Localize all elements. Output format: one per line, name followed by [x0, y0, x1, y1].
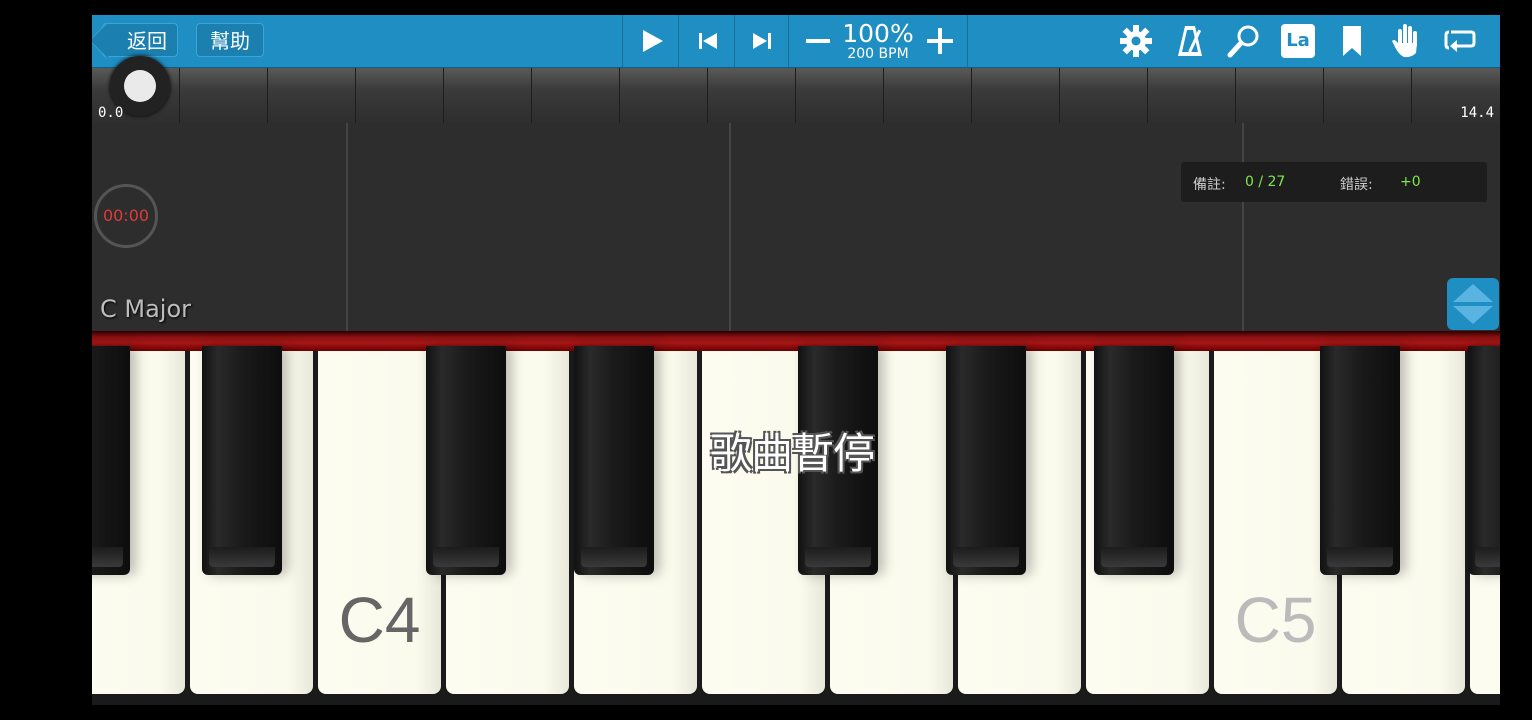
play-icon[interactable]: [626, 15, 678, 67]
timeline-end: 14.4: [1460, 105, 1494, 121]
score-area: 00:00 備註: 0 / 27 錯誤: +0 C Major: [92, 123, 1500, 331]
skip-back-icon[interactable]: [682, 15, 734, 67]
back-button[interactable]: 返回: [102, 23, 178, 57]
timeline-tick: [267, 68, 268, 123]
song-paused-message: 歌曲暫停: [710, 429, 875, 478]
timeline-tick: [1411, 68, 1412, 123]
timeline-tick: [179, 68, 180, 123]
timeline-tick: [355, 68, 356, 123]
skip-forward-icon[interactable]: [736, 15, 788, 67]
minus-icon[interactable]: [792, 15, 844, 67]
zoom-display: 100% 200 BPM: [840, 19, 916, 62]
black-key[interactable]: [1320, 346, 1400, 575]
timeline-tick: [1147, 68, 1148, 123]
white-key-c4[interactable]: C4: [318, 351, 441, 694]
up-down-arrows-icon: [1453, 284, 1493, 324]
black-key[interactable]: [92, 346, 130, 575]
bookmark-icon[interactable]: [1326, 15, 1378, 67]
notes-value: 0 / 27: [1245, 174, 1286, 190]
la-icon[interactable]: La: [1272, 15, 1324, 67]
divider: [622, 15, 623, 67]
measure-line: [729, 123, 731, 331]
stats-panel: 備註: 0 / 27 錯誤: +0: [1181, 162, 1487, 202]
black-key[interactable]: [1094, 346, 1174, 575]
divider: [678, 15, 679, 67]
la-label: La: [1281, 24, 1315, 58]
key-label-c4: C4: [338, 584, 421, 656]
measure-line: [1242, 123, 1244, 331]
timeline-tick: [883, 68, 884, 123]
scroll-toggle-button[interactable]: [1447, 278, 1499, 330]
timeline-scrubber[interactable]: 0.0 14.4: [92, 56, 1500, 123]
black-key[interactable]: [202, 346, 282, 575]
divider: [788, 15, 789, 67]
zoom-percent: 100%: [842, 19, 914, 48]
errors-value: +0: [1400, 174, 1421, 190]
piano-app: 返回 幫助 100% 200 BPM La 0.0 14.4 00:00 備註:…: [92, 15, 1500, 705]
hand-icon[interactable]: [1380, 15, 1432, 67]
timeline-tick: [1059, 68, 1060, 123]
back-label: 返回: [127, 29, 167, 53]
gear-icon[interactable]: [1110, 15, 1162, 67]
tempo-bpm: 200 BPM: [847, 46, 909, 62]
divider: [967, 15, 968, 67]
timeline-start: 0.0: [98, 105, 124, 121]
piano-keyboard: C4 C5 歌曲暫停: [92, 346, 1500, 705]
notes-label: 備註:: [1193, 177, 1226, 193]
timeline-tick: [443, 68, 444, 123]
divider: [734, 15, 735, 67]
metronome-icon[interactable]: [1164, 15, 1216, 67]
errors-label: 錯誤:: [1340, 177, 1373, 193]
timeline-tick: [1323, 68, 1324, 123]
countdown-timer[interactable]: 00:00: [94, 184, 158, 248]
timeline-tick: [795, 68, 796, 123]
black-key[interactable]: [1468, 346, 1500, 575]
timeline-tick: [707, 68, 708, 123]
timeline-tick: [971, 68, 972, 123]
timeline-tick: [1235, 68, 1236, 123]
timeline-tick: [619, 68, 620, 123]
key-signature: C Major: [100, 295, 192, 323]
white-key-c5[interactable]: C5: [1214, 351, 1337, 694]
plus-icon[interactable]: [914, 15, 966, 67]
black-key[interactable]: [574, 346, 654, 575]
loop-icon[interactable]: [1434, 15, 1486, 67]
measure-line: [346, 123, 348, 331]
keyboard-top-bar: [92, 331, 1500, 351]
help-button[interactable]: 幫助: [196, 23, 264, 57]
magnifier-icon[interactable]: [1218, 15, 1270, 67]
key-label-c5: C5: [1234, 584, 1317, 656]
timeline-tick: [531, 68, 532, 123]
black-key[interactable]: [946, 346, 1026, 575]
black-key[interactable]: [426, 346, 506, 575]
toolbar: 返回 幫助 100% 200 BPM La: [92, 15, 1500, 68]
